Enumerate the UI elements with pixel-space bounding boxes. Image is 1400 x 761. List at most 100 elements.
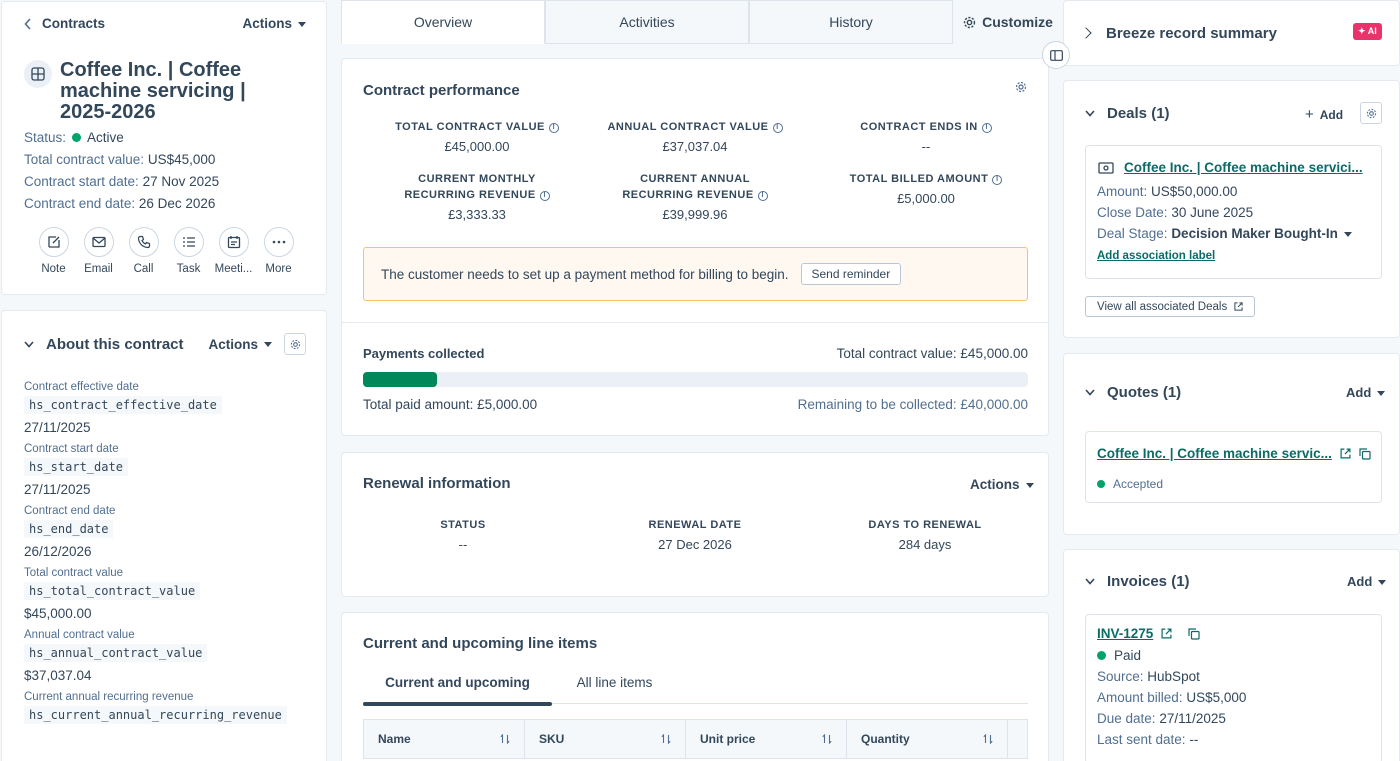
gear-icon [1366, 108, 1376, 118]
deal-stage-label: Deal Stage: [1097, 226, 1168, 241]
panel-toggle-icon [1049, 49, 1063, 61]
external-link-icon [1234, 302, 1243, 311]
meeting-icon [218, 227, 249, 257]
info-icon[interactable]: i [981, 123, 992, 133]
copy-icon[interactable] [1188, 627, 1200, 640]
gear-icon [290, 339, 300, 349]
customize-button[interactable]: Customize [953, 0, 1063, 44]
call-action-label: Call [133, 263, 154, 275]
line-items-card: Current and upcoming line items Current … [341, 612, 1049, 761]
property-annual-contract-value[interactable]: Annual contract value hs_annual_contract… [24, 629, 314, 683]
kpi-total-contract-value: Total contract value i £45,000.00 [362, 119, 592, 154]
header-actions-button[interactable]: Actions [242, 16, 306, 31]
kpi-value: £3,333.33 [448, 207, 506, 222]
tab-activities[interactable]: Activities [545, 0, 749, 44]
tab-overview[interactable]: Overview [341, 0, 545, 44]
meeting-action[interactable]: Meeti... [211, 227, 256, 275]
column-header-name[interactable]: Name [364, 720, 525, 758]
tab-label: Current and upcoming [385, 675, 530, 690]
renewal-date-label: Renewal date [648, 519, 742, 531]
property-value: 27/11/2025 [24, 420, 91, 435]
property-internal-name: hs_current_annual_recurring_revenue [24, 706, 287, 724]
info-icon[interactable]: i [772, 123, 783, 133]
days-to-renewal: Days to renewal 284 days [825, 517, 1025, 552]
sort-icon [500, 734, 510, 744]
quote-card: Coffee Inc. | Coffee machine servic... A… [1085, 431, 1382, 503]
payments-title: Payments collected [363, 346, 485, 361]
alert-text: The customer needs to set up a payment m… [381, 266, 789, 282]
quotes-add-button[interactable]: Add [1346, 385, 1385, 400]
chevron-down-icon[interactable] [1085, 389, 1095, 396]
quote-name-link[interactable]: Coffee Inc. | Coffee machine servic... [1097, 446, 1332, 461]
tab-history[interactable]: History [749, 0, 953, 44]
column-header-quantity[interactable]: Quantity [847, 720, 1008, 758]
property-internal-name: hs_contract_effective_date [24, 396, 222, 414]
send-reminder-button[interactable]: Send reminder [800, 263, 902, 285]
kpi-value: £5,000.00 [897, 191, 955, 206]
task-action[interactable]: Task [166, 227, 211, 275]
column-header-unit-price[interactable]: Unit price [686, 720, 847, 758]
deal-stage-dropdown[interactable]: Decision Maker Bought-In [1171, 226, 1352, 241]
property-end-date[interactable]: Contract end date hs_end_date 26/12/2026 [24, 505, 314, 559]
about-settings-button[interactable] [284, 333, 306, 355]
performance-settings-gear-icon[interactable] [1015, 81, 1027, 93]
add-association-label-link[interactable]: Add association label [1097, 250, 1215, 262]
email-action[interactable]: Email [76, 227, 121, 275]
more-action[interactable]: More [256, 227, 301, 275]
payment-method-alert: The customer needs to set up a payment m… [363, 247, 1028, 301]
contract-avatar [24, 60, 52, 88]
start-date-label: Contract start date: [24, 174, 139, 189]
sort-icon [983, 734, 993, 744]
status-value: Active [87, 130, 124, 145]
deal-card: Coffee Inc. | Coffee machine servici... … [1085, 145, 1382, 279]
about-section-toggle[interactable]: About this contract [24, 336, 184, 353]
chevron-down-icon[interactable] [1085, 110, 1095, 117]
about-contract-panel: About this contract Actions Contract eff… [1, 310, 327, 761]
breeze-summary-card[interactable]: Breeze record summary ✦ AI [1063, 0, 1400, 66]
property-total-contract-value[interactable]: Total contract value hs_total_contract_v… [24, 567, 314, 621]
copy-icon[interactable] [1359, 447, 1371, 460]
breadcrumb[interactable]: Contracts [24, 16, 105, 31]
renewal-actions-button[interactable]: Actions [970, 477, 1034, 492]
note-action[interactable]: Note [31, 227, 76, 275]
info-icon[interactable]: i [548, 123, 559, 133]
tab-current-upcoming[interactable]: Current and upcoming [363, 675, 552, 690]
kpi-label: recurring revenue [622, 189, 754, 201]
deals-settings-button[interactable] [1360, 102, 1382, 124]
payments-total-label: Total contract value: £45,000.00 [836, 346, 1028, 361]
deals-add-button[interactable]: + Add [1305, 106, 1343, 123]
invoices-add-button[interactable]: Add [1347, 574, 1386, 589]
line-items-table-header: Name SKU Unit price Quantity [363, 719, 1028, 759]
info-icon[interactable]: i [539, 191, 550, 201]
property-effective-date[interactable]: Contract effective date hs_contract_effe… [24, 381, 314, 435]
property-label: Contract start date [24, 443, 119, 455]
days-to-renewal-value: 284 days [898, 537, 952, 552]
invoice-source-value: HubSpot [1147, 669, 1200, 684]
property-value: $45,000.00 [24, 606, 92, 621]
kpi-value: £39,999.96 [662, 207, 728, 222]
gear-icon [963, 16, 976, 29]
chevron-down-icon[interactable] [1085, 578, 1095, 585]
about-actions-button[interactable]: Actions [208, 337, 272, 352]
external-link-icon[interactable] [1161, 628, 1172, 639]
invoice-id-link[interactable]: INV-1275 [1097, 626, 1153, 641]
deal-name-link[interactable]: Coffee Inc. | Coffee machine servici... [1124, 160, 1363, 175]
external-link-icon[interactable] [1340, 448, 1351, 459]
divider [342, 322, 1048, 323]
call-action[interactable]: Call [121, 227, 166, 275]
view-all-deals-button[interactable]: View all associated Deals [1085, 296, 1256, 317]
sidebar-toggle-button[interactable] [1042, 41, 1070, 69]
info-icon[interactable]: i [992, 175, 1003, 185]
chevron-down-icon [24, 340, 34, 348]
property-current-arr[interactable]: Current annual recurring revenue hs_curr… [24, 691, 314, 724]
info-icon[interactable]: i [757, 191, 768, 201]
renewal-title: Renewal information [363, 475, 511, 492]
deals-title: Deals (1) [1107, 105, 1170, 122]
column-label: Name [378, 732, 411, 746]
email-icon [83, 227, 114, 257]
payments-progress-fill [363, 372, 437, 387]
property-start-date[interactable]: Contract start date hs_start_date 27/11/… [24, 443, 314, 497]
tab-all-line-items[interactable]: All line items [557, 675, 672, 690]
invoice-due-value: 27/11/2025 [1159, 711, 1226, 726]
column-header-sku[interactable]: SKU [525, 720, 686, 758]
